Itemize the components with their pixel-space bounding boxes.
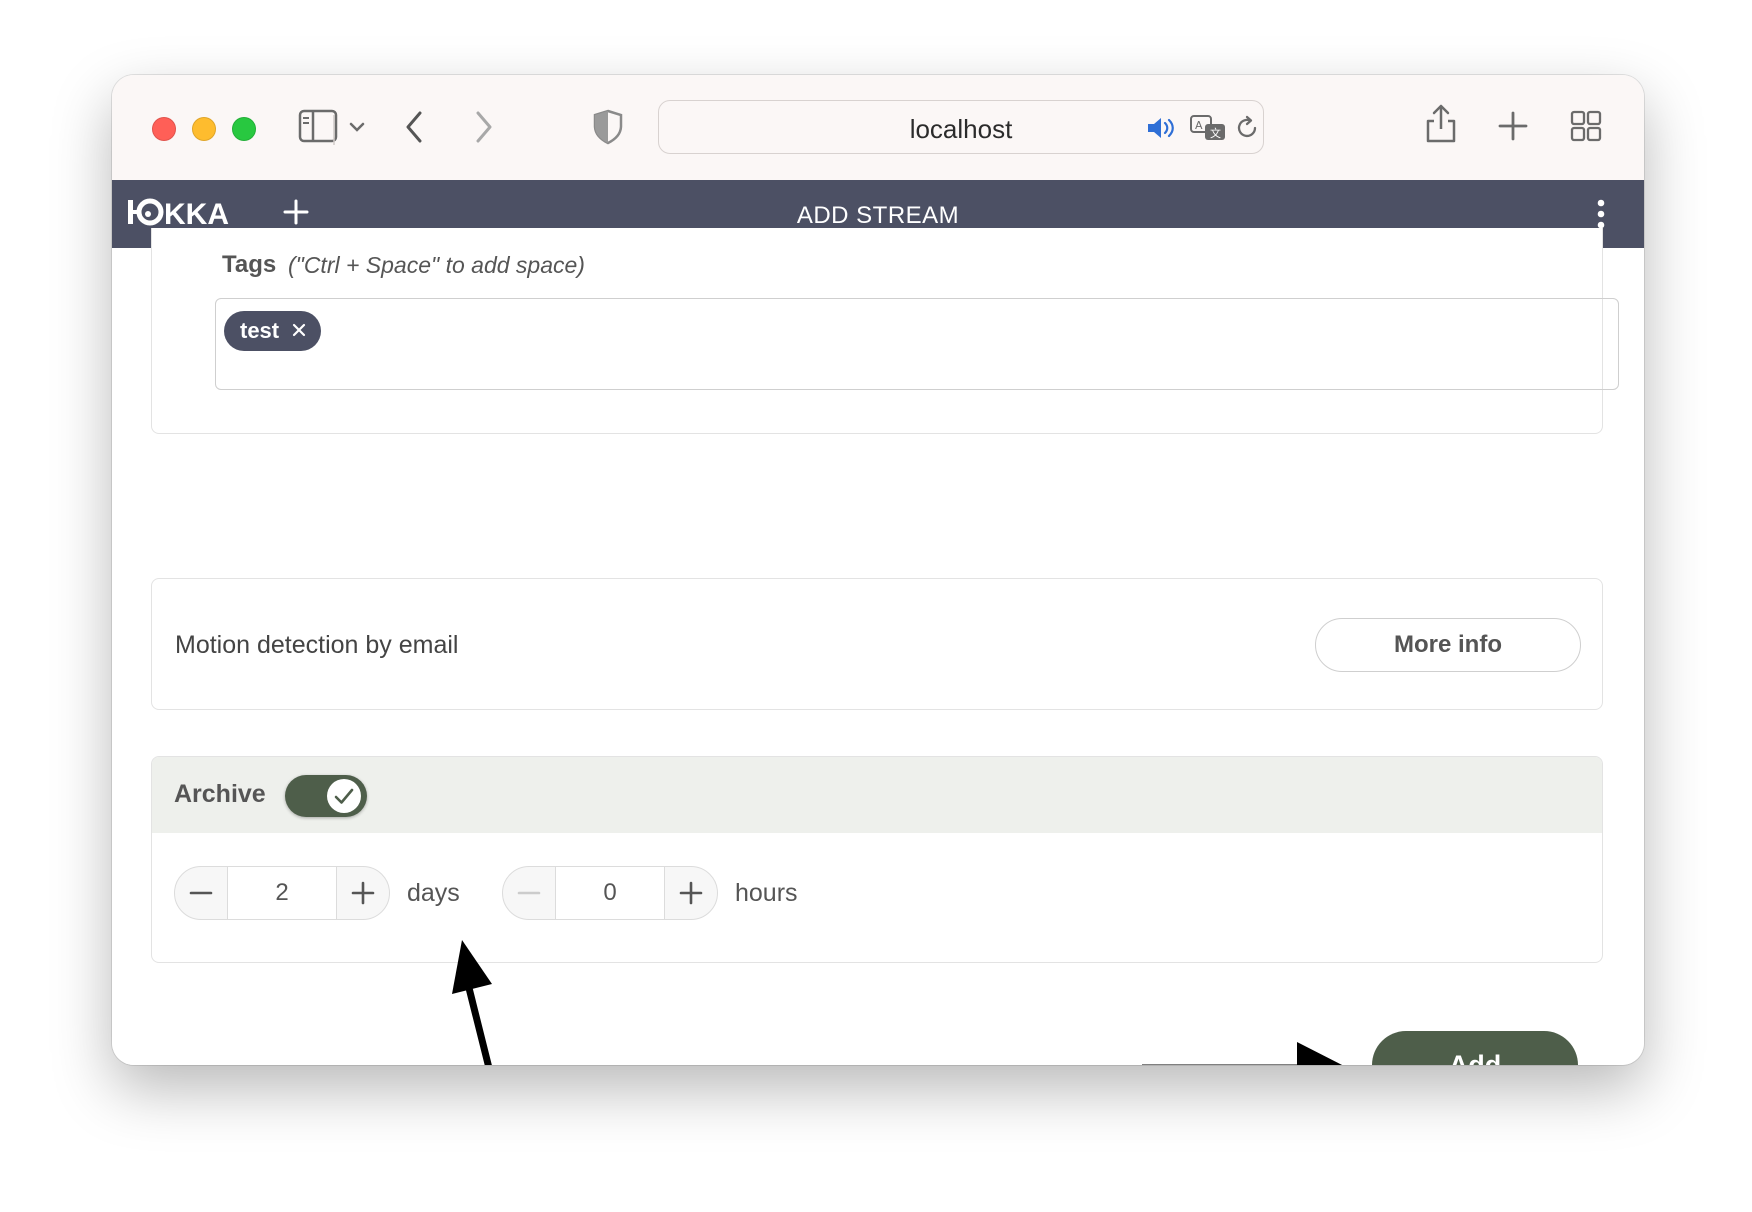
hours-minus-button[interactable] <box>503 867 555 918</box>
new-tab-icon[interactable] <box>1498 111 1528 141</box>
shield-icon[interactable] <box>592 109 624 145</box>
minimize-window-button[interactable] <box>192 117 216 141</box>
motion-label: Motion detection by email <box>175 631 459 659</box>
speaker-icon[interactable] <box>1145 114 1177 147</box>
hours-plus-button[interactable] <box>665 867 717 918</box>
days-input[interactable]: 2 <box>227 865 337 920</box>
days-unit-label: days <box>407 879 460 907</box>
close-window-button[interactable] <box>152 117 176 141</box>
minus-icon <box>517 891 541 895</box>
arrow-icon <box>442 938 522 1065</box>
archive-card: Archive 2 days 0 hours <box>151 756 1603 963</box>
days-minus-button[interactable] <box>175 867 227 918</box>
days-stepper: 2 <box>174 865 390 920</box>
tags-label: Tags <box>222 251 277 278</box>
tags-hint: ("Ctrl + Space" to add space) <box>288 252 585 278</box>
svg-text:A: A <box>1195 119 1203 132</box>
tags-input[interactable]: test <box>215 298 1619 390</box>
check-icon <box>327 779 361 813</box>
svg-text:文: 文 <box>1210 126 1221 140</box>
forward-icon[interactable] <box>472 109 496 145</box>
page-title: ADD STREAM <box>796 202 960 229</box>
archive-header: Archive <box>152 757 1602 833</box>
hours-input[interactable]: 0 <box>555 865 665 920</box>
share-icon[interactable] <box>1424 103 1458 145</box>
days-plus-button[interactable] <box>337 867 389 918</box>
tag-chip: test <box>224 311 322 351</box>
arrow-icon <box>1142 1038 1352 1065</box>
zoom-window-button[interactable] <box>232 117 256 141</box>
browser-window: localhost A文 KKA ADD STREAM Tags ("Ctrl … <box>112 75 1644 1065</box>
reload-icon[interactable] <box>1233 114 1261 147</box>
form-content: Tags ("Ctrl + Space" to add space) test … <box>112 228 1644 1065</box>
plus-icon <box>351 881 375 905</box>
close-icon[interactable] <box>291 318 307 344</box>
archive-label: Archive <box>174 780 266 808</box>
browser-toolbar: localhost A文 <box>112 75 1644 181</box>
back-icon[interactable] <box>402 109 426 145</box>
tag-chip-label: test <box>240 318 280 343</box>
separator <box>332 115 336 145</box>
hours-stepper: 0 <box>502 865 718 920</box>
motion-card: Motion detection by email More info <box>151 578 1603 710</box>
translate-icon[interactable]: A文 <box>1189 114 1229 149</box>
minus-icon <box>189 891 213 895</box>
tabs-overview-icon[interactable] <box>1570 110 1602 142</box>
tags-card: Tags ("Ctrl + Space" to add space) test <box>151 228 1619 434</box>
chevron-down-icon[interactable] <box>348 120 366 134</box>
more-info-button[interactable]: More info <box>1315 618 1581 672</box>
add-button[interactable]: Add <box>1372 1031 1578 1065</box>
hours-unit-label: hours <box>735 879 798 907</box>
address-bar[interactable]: localhost A文 <box>658 100 1264 154</box>
plus-icon <box>679 881 703 905</box>
archive-toggle[interactable] <box>285 775 367 817</box>
